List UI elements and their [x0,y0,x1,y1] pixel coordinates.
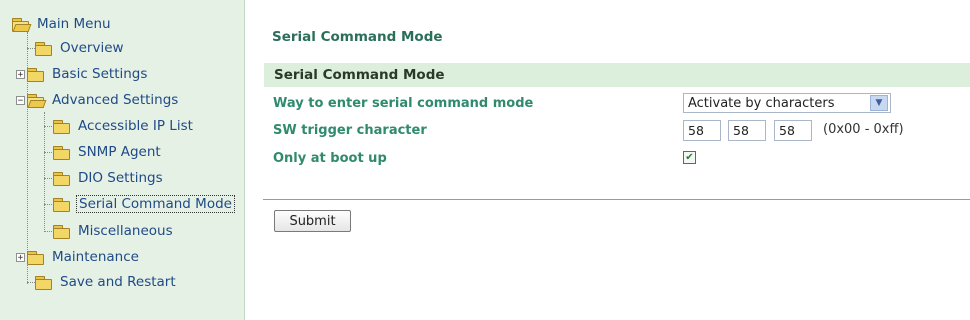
tree-line [44,178,52,179]
tree-line [27,48,35,49]
sidebar-item-label: DIO Settings [78,170,163,186]
sidebar-item-save-and-restart[interactable]: Save and Restart [35,271,178,293]
enter-mode-selected-value: Activate by characters [688,95,835,111]
folder-icon [53,119,70,134]
expand-plus-icon[interactable]: + [16,70,25,80]
trigger-char-input-2[interactable] [728,120,766,141]
tree-line [44,231,52,232]
tree-line [44,126,52,127]
submit-button[interactable]: Submit [274,210,351,232]
tree-line [44,152,52,153]
folder-icon [53,197,70,212]
enter-mode-select[interactable]: Activate by characters ▼ [683,93,891,113]
sidebar-item-label: Main Menu [37,16,111,32]
trigger-char-input-3[interactable] [774,120,812,141]
folder-icon [35,275,52,290]
tree-line [27,282,35,283]
trigger-range-hint: (0x00 - 0xff) [823,122,904,137]
folder-icon [27,250,44,265]
collapse-minus-icon[interactable]: − [16,96,25,106]
sidebar-item-snmp-agent[interactable]: SNMP Agent [53,141,163,163]
folder-icon [35,41,52,56]
folder-icon [53,224,70,239]
folder-icon [27,67,44,82]
expand-plus-icon[interactable]: + [16,253,25,263]
sidebar-item-label: Basic Settings [52,66,148,82]
sidebar-item-miscellaneous[interactable]: Miscellaneous [53,220,175,242]
sidebar-item-serial-command-mode[interactable]: Serial Command Mode [53,193,235,215]
boot-only-checkbox[interactable]: ✔ [683,151,696,164]
sidebar-item-label: Miscellaneous [78,223,173,239]
sidebar-item-label: Save and Restart [60,274,176,290]
sidebar-item-basic-settings[interactable]: Basic Settings [27,63,149,85]
boot-only-label: Only at boot up [273,151,387,166]
tree-line [44,204,52,205]
section-header: Serial Command Mode [264,63,970,87]
sidebar-item-label: SNMP Agent [78,144,161,160]
sidebar-item-advanced-settings[interactable]: Advanced Settings [27,89,180,111]
sidebar-item-label: Serial Command Mode [76,195,235,213]
folder-icon [53,145,70,160]
sidebar-menu: Main Menu Overview + Basic Settings − Ad… [0,0,245,320]
sidebar-item-label: Accessible IP List [78,118,193,134]
sidebar-item-accessible-ip-list[interactable]: Accessible IP List [53,115,195,137]
trigger-char-label: SW trigger character [273,123,427,138]
page-title: Serial Command Mode [272,29,443,45]
chevron-down-icon[interactable]: ▼ [870,95,888,111]
sidebar-item-main-menu[interactable]: Main Menu [12,13,113,35]
sidebar-item-dio-settings[interactable]: DIO Settings [53,167,165,189]
sidebar-item-overview[interactable]: Overview [35,37,126,59]
sidebar-item-label: Maintenance [52,249,139,265]
enter-mode-label: Way to enter serial command mode [273,96,534,111]
sidebar-item-label: Advanced Settings [52,92,179,108]
folder-open-icon [12,17,32,32]
tree-line [44,112,45,232]
sidebar-item-maintenance[interactable]: Maintenance [27,246,141,268]
folder-icon [53,171,70,186]
check-icon: ✔ [685,152,694,163]
divider [263,199,970,200]
trigger-char-input-1[interactable] [683,120,721,141]
folder-open-icon [27,93,47,108]
sidebar-item-label: Overview [60,40,124,56]
